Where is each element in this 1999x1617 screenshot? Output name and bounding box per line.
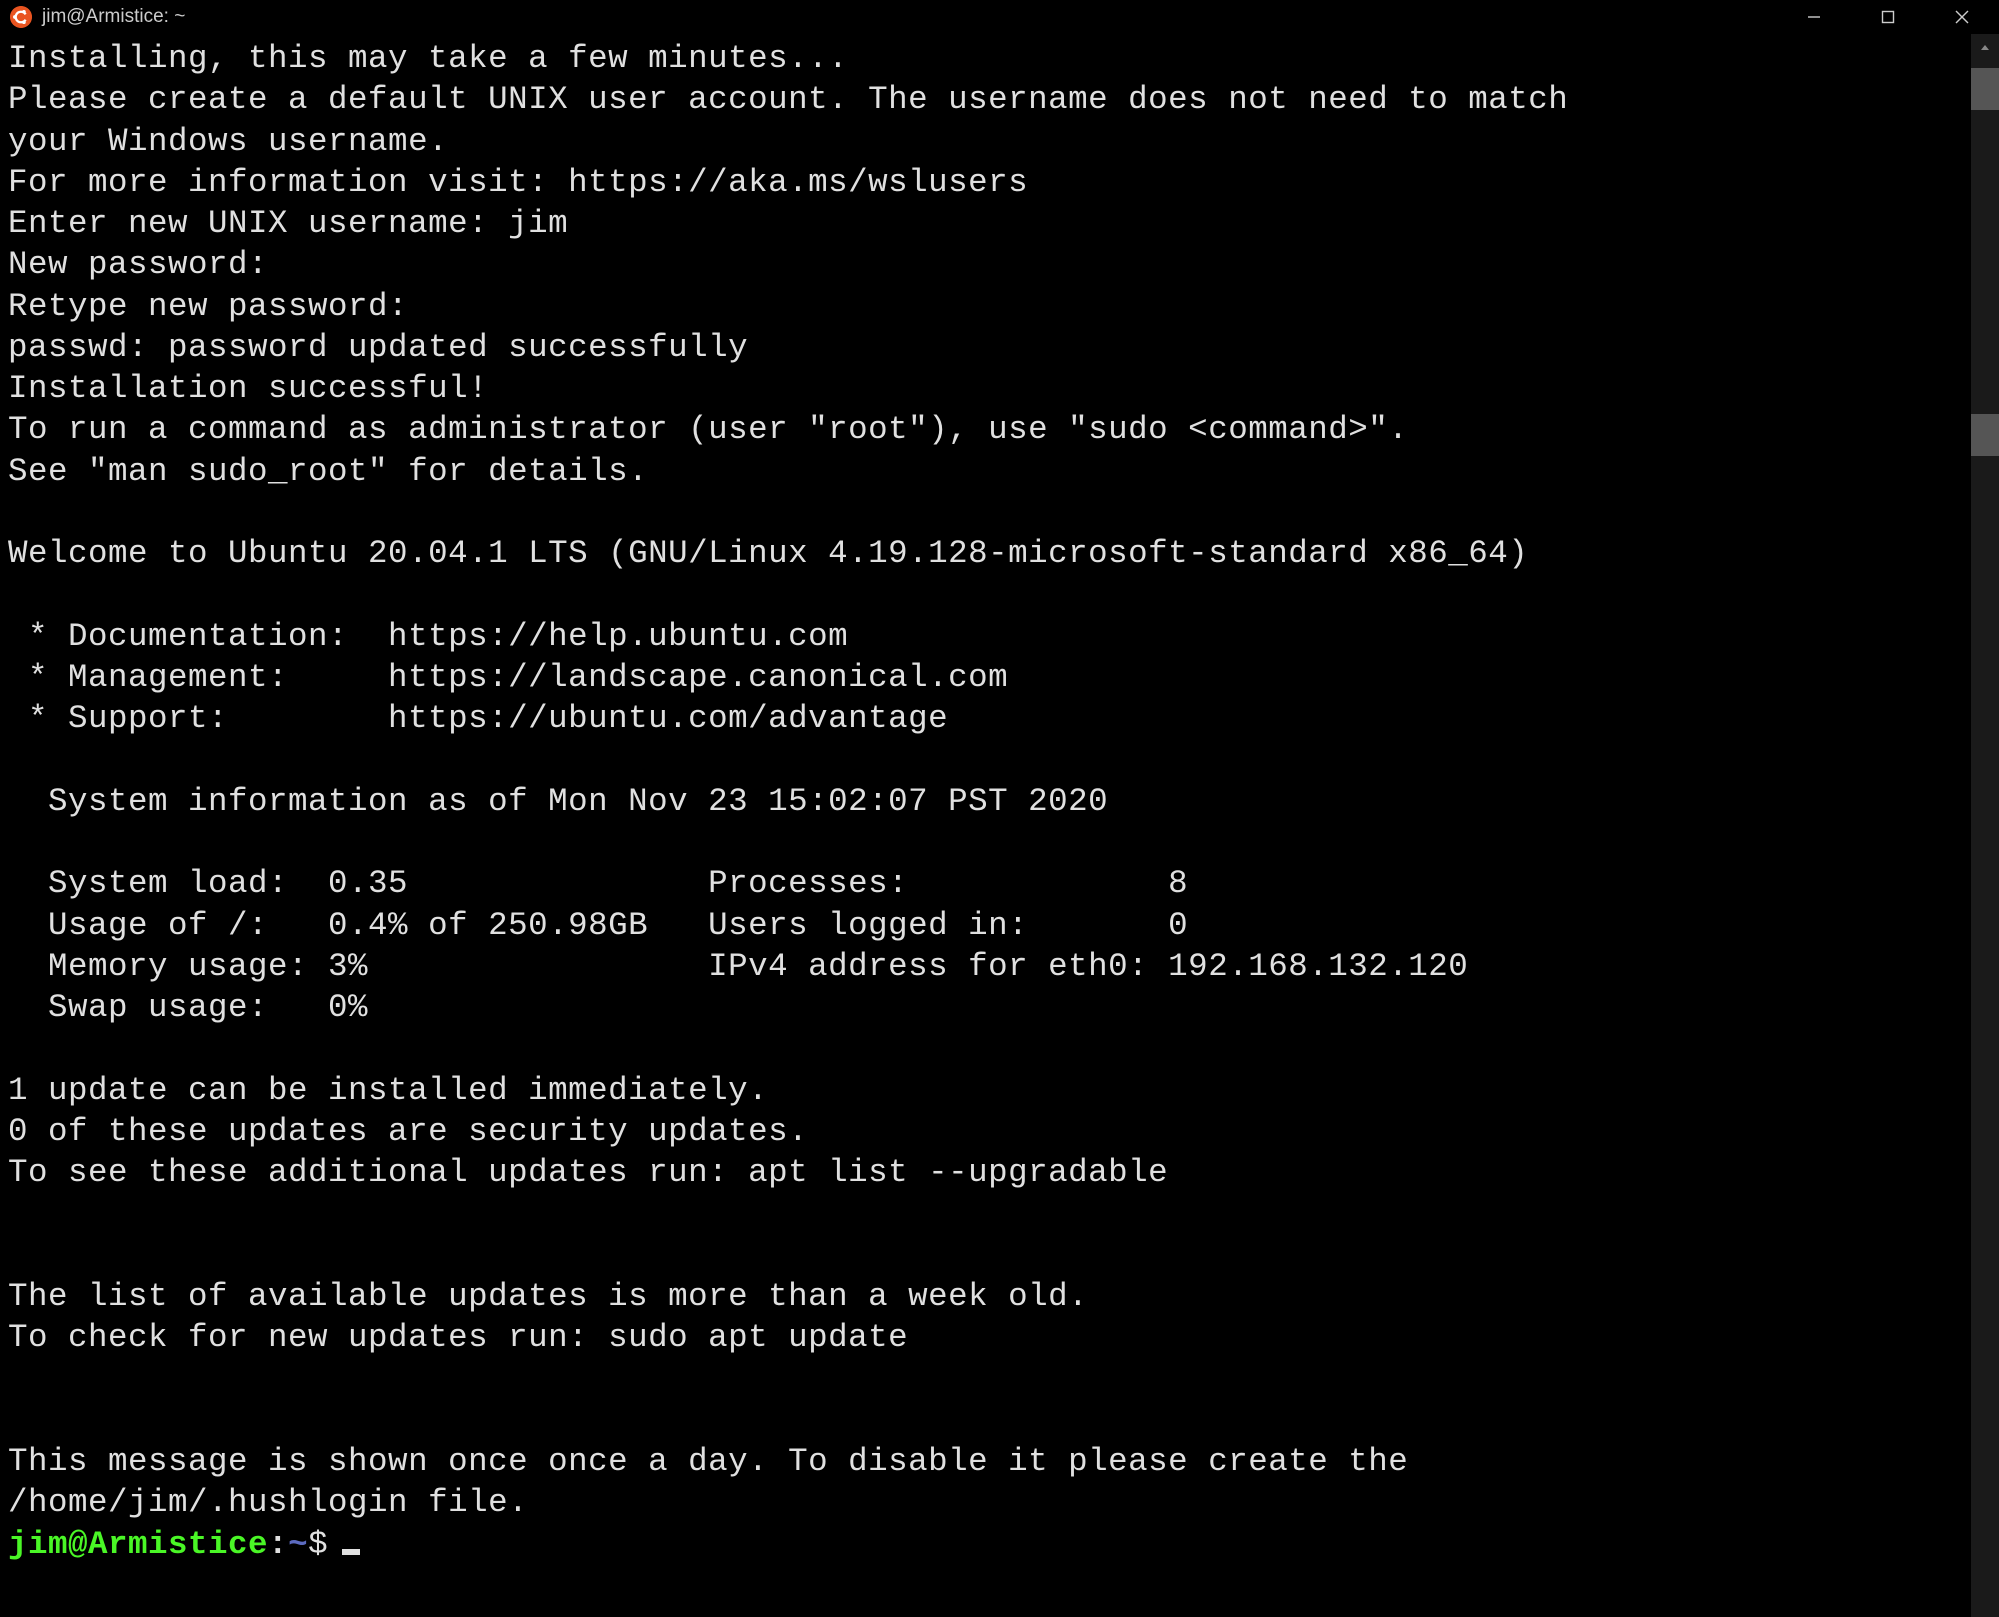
terminal-line: System information as of Mon Nov 23 15:0… (8, 781, 1991, 822)
terminal-line: New password: (8, 244, 1991, 285)
terminal-line: Usage of /: 0.4% of 250.98GB Users logge… (8, 905, 1991, 946)
terminal-line: Memory usage: 3% IPv4 address for eth0: … (8, 946, 1991, 987)
terminal-line (8, 492, 1991, 533)
scrollbar-up-icon[interactable] (1971, 34, 1999, 62)
terminal-line: Enter new UNIX username: jim (8, 203, 1991, 244)
scrollbar-thumb-top[interactable] (1971, 68, 1999, 110)
terminal-line: your Windows username. (8, 121, 1991, 162)
terminal-line (8, 1235, 1991, 1276)
terminal-content: Installing, this may take a few minutes.… (8, 38, 1991, 1524)
terminal-line: * Support: https://ubuntu.com/advantage (8, 698, 1991, 739)
scrollbar[interactable] (1971, 34, 1999, 1617)
minimize-button[interactable] (1777, 0, 1851, 34)
terminal-line: Please create a default UNIX user accoun… (8, 79, 1991, 120)
prompt-colon: : (268, 1526, 288, 1563)
terminal-line (8, 740, 1991, 781)
window-controls (1777, 0, 1999, 34)
ubuntu-icon (10, 6, 32, 28)
terminal-line: Installation successful! (8, 368, 1991, 409)
terminal-line: For more information visit: https://aka.… (8, 162, 1991, 203)
terminal-line: This message is shown once once a day. T… (8, 1441, 1991, 1482)
terminal-line: See "man sudo_root" for details. (8, 451, 1991, 492)
terminal-line: 1 update can be installed immediately. (8, 1070, 1991, 1111)
close-button[interactable] (1925, 0, 1999, 34)
prompt-dollar: $ (308, 1526, 328, 1563)
terminal-line: To see these additional updates run: apt… (8, 1152, 1991, 1193)
terminal-line: /home/jim/.hushlogin file. (8, 1482, 1991, 1523)
terminal-line: The list of available updates is more th… (8, 1276, 1991, 1317)
terminal-line: Welcome to Ubuntu 20.04.1 LTS (GNU/Linux… (8, 533, 1991, 574)
window-titlebar: jim@Armistice: ~ (0, 0, 1999, 34)
window-title: jim@Armistice: ~ (42, 6, 185, 28)
terminal-line (8, 1359, 1991, 1400)
cursor (342, 1549, 360, 1555)
terminal-line (8, 574, 1991, 615)
maximize-button[interactable] (1851, 0, 1925, 34)
terminal-line: passwd: password updated successfully (8, 327, 1991, 368)
terminal-line: Installing, this may take a few minutes.… (8, 38, 1991, 79)
terminal-line: * Management: https://landscape.canonica… (8, 657, 1991, 698)
terminal-line: 0 of these updates are security updates. (8, 1111, 1991, 1152)
terminal-line: Swap usage: 0% (8, 987, 1991, 1028)
prompt-line[interactable]: jim@Armistice:~$ (8, 1524, 1991, 1565)
terminal-line: To run a command as administrator (user … (8, 409, 1991, 450)
terminal-line (8, 1028, 1991, 1069)
terminal-line: System load: 0.35 Processes: 8 (8, 863, 1991, 904)
prompt-user-host: jim@Armistice (8, 1526, 268, 1563)
terminal-line (8, 1400, 1991, 1441)
terminal-line: Retype new password: (8, 286, 1991, 327)
terminal-body[interactable]: Installing, this may take a few minutes.… (0, 34, 1999, 1617)
terminal-line: * Documentation: https://help.ubuntu.com (8, 616, 1991, 657)
prompt-path: ~ (288, 1526, 308, 1563)
terminal-line (8, 822, 1991, 863)
scrollbar-thumb[interactable] (1971, 414, 1999, 456)
terminal-line: To check for new updates run: sudo apt u… (8, 1317, 1991, 1358)
terminal-line (8, 1193, 1991, 1234)
